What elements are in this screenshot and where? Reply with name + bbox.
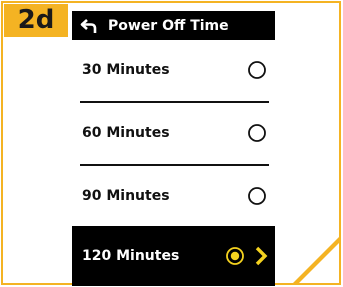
instruction-frame: 2d Power Off Time 30 Minutes 60 Minutes — [1, 1, 341, 286]
option-120-minutes[interactable]: 120 Minutes — [72, 226, 275, 286]
option-30-minutes[interactable]: 30 Minutes — [72, 40, 275, 100]
back-arrow-icon[interactable] — [76, 11, 102, 40]
radio-empty-icon[interactable] — [247, 186, 267, 206]
page-title: Power Off Time — [108, 17, 229, 34]
radio-selected-icon[interactable] — [225, 246, 245, 266]
radio-empty-icon[interactable] — [247, 123, 267, 143]
chevron-right-icon — [253, 245, 269, 267]
radio-empty-icon[interactable] — [247, 60, 267, 80]
step-badge: 2d — [4, 4, 68, 37]
option-label: 120 Minutes — [82, 248, 180, 264]
option-label: 90 Minutes — [82, 188, 170, 204]
device-screen: Power Off Time 30 Minutes 60 Minutes 90 … — [72, 11, 275, 286]
option-label: 60 Minutes — [82, 125, 170, 141]
option-90-minutes[interactable]: 90 Minutes — [72, 166, 275, 226]
corner-fold-inner — [299, 243, 339, 283]
screen-header: Power Off Time — [72, 11, 275, 40]
option-60-minutes[interactable]: 60 Minutes — [72, 103, 275, 163]
option-label: 30 Minutes — [82, 62, 170, 78]
